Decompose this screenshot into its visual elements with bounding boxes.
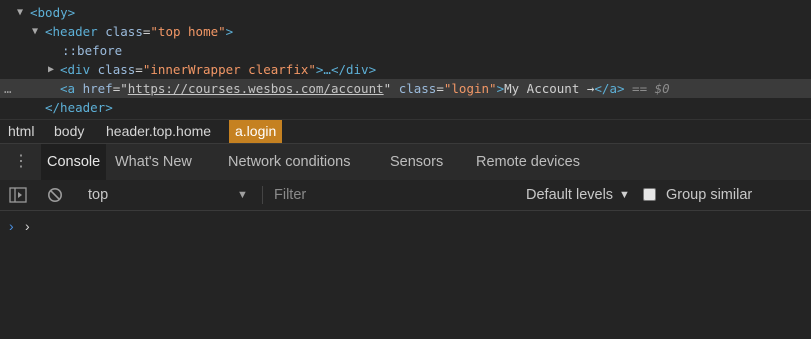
- tab-remote-devices[interactable]: Remote devices: [470, 144, 586, 180]
- dropdown-arrow-icon[interactable]: ▼: [237, 180, 248, 210]
- body-tag: <body>: [30, 5, 76, 20]
- toolbar-divider: [262, 186, 263, 204]
- href-link[interactable]: https://courses.wesbos.com/account: [128, 81, 384, 96]
- breadcrumb: html body header.top.home a.login: [0, 119, 811, 143]
- tab-network-conditions[interactable]: Network conditions: [222, 144, 357, 180]
- console-input-prompt[interactable]: ›: [25, 216, 30, 236]
- header-open-tag: <header class="top home">: [45, 24, 234, 39]
- breadcrumb-html[interactable]: html: [2, 120, 40, 143]
- expand-triangle-icon[interactable]: ▼: [17, 3, 23, 22]
- tab-console[interactable]: Console: [41, 144, 107, 180]
- show-sidebar-icon[interactable]: [9, 187, 27, 208]
- breadcrumb-header[interactable]: header.top.home: [100, 120, 217, 143]
- context-selector[interactable]: top: [88, 180, 108, 210]
- breadcrumb-anchor[interactable]: a.login: [229, 120, 283, 143]
- kebab-icon[interactable]: ⋮: [13, 152, 29, 172]
- elements-tree: ▼ <body> ▼ <header class="top home"> ::b…: [0, 0, 811, 118]
- dropdown-arrow-icon[interactable]: ▼: [619, 180, 630, 210]
- breadcrumb-body[interactable]: body: [48, 120, 90, 143]
- header-close-tag: </header>: [45, 100, 113, 115]
- prompt-chevron-icon: ›: [9, 218, 14, 234]
- collapsed-triangle-icon[interactable]: ▶: [48, 60, 54, 79]
- before-pseudo: ::before: [62, 43, 123, 58]
- expand-triangle-icon[interactable]: ▼: [32, 22, 38, 41]
- console-output[interactable]: › ›: [0, 211, 811, 339]
- more-actions-icon[interactable]: …: [4, 79, 12, 98]
- tab-whats-new[interactable]: What's New: [109, 144, 198, 180]
- tab-sensors[interactable]: Sensors: [384, 144, 449, 180]
- group-similar-checkbox[interactable]: [643, 188, 656, 201]
- anchor-tag: <a href="https://courses.wesbos.com/acco…: [60, 81, 670, 96]
- drawer-tabbar: ⋮ Console What's New Network conditions …: [0, 143, 811, 181]
- levels-dropdown[interactable]: Default levels: [526, 180, 613, 210]
- clear-console-icon[interactable]: [47, 187, 63, 208]
- filter-input[interactable]: [268, 184, 520, 206]
- console-toolbar: top ▼ Default levels ▼ Group similar: [0, 180, 811, 211]
- div-tag: <div class="innerWrapper clearfix">…</di…: [60, 62, 377, 77]
- group-similar-label[interactable]: Group similar: [666, 180, 752, 210]
- tree-line-selected-anchor[interactable]: … <a href="https://courses.wesbos.com/ac…: [0, 79, 811, 98]
- console-ref-badge: == $0: [632, 81, 670, 96]
